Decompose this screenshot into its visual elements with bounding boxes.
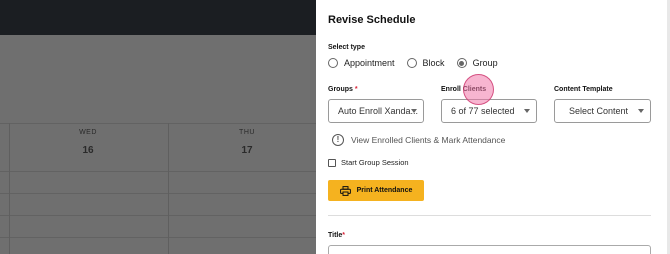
calendar-divider xyxy=(0,123,316,124)
calendar-divider xyxy=(0,237,316,238)
calendar-divider xyxy=(0,215,316,216)
caret-down-icon xyxy=(524,109,530,113)
start-group-session-label: Start Group Session xyxy=(341,158,409,167)
day-number-17[interactable]: 17 xyxy=(227,145,267,156)
radio-selected-icon xyxy=(456,58,467,68)
enroll-clients-label: Enroll Clients xyxy=(441,86,487,93)
caret-down-icon xyxy=(638,109,644,113)
title-label-text: Title xyxy=(328,232,343,239)
groups-label-text: Groups xyxy=(328,86,353,93)
radio-circle-icon xyxy=(406,58,417,68)
radio-group[interactable]: Group xyxy=(456,58,498,68)
required-asterisk: * xyxy=(342,232,345,239)
calendar-divider xyxy=(168,123,169,254)
print-attendance-button[interactable]: Print Attendance xyxy=(328,180,424,201)
view-enrolled-clients-link[interactable]: ! View Enrolled Clients & Mark Attendanc… xyxy=(332,134,505,146)
content-template-select-value: Select Content xyxy=(569,106,629,116)
day-number-16[interactable]: 16 xyxy=(68,145,108,156)
radio-circle-icon xyxy=(328,58,338,68)
calendar-divider xyxy=(0,171,316,172)
day-name-wed: WED xyxy=(79,129,97,136)
content-template-select[interactable]: Select Content xyxy=(554,99,651,123)
section-divider xyxy=(328,215,651,216)
view-enrolled-clients-text: View Enrolled Clients & Mark Attendance xyxy=(351,135,506,145)
groups-label: Groups * xyxy=(328,86,358,93)
enroll-clients-select-value: 6 of 77 selected xyxy=(451,106,515,116)
select-type-radio-group: Appointment Block Group xyxy=(328,58,510,68)
calendar-grid xyxy=(0,35,316,254)
enroll-clients-select[interactable]: 6 of 77 selected xyxy=(441,99,537,123)
radio-group-label: Group xyxy=(472,58,498,68)
radio-block-label: Block xyxy=(422,58,445,68)
title-field-label: Title* xyxy=(328,232,345,239)
radio-block[interactable]: Block xyxy=(406,58,445,68)
caret-down-icon xyxy=(411,109,417,113)
day-name-thu: THU xyxy=(239,129,255,136)
calendar-background: WED 16 THU 17 xyxy=(0,0,316,254)
radio-appointment[interactable]: Appointment xyxy=(328,58,395,68)
groups-select-value: Auto Enroll Xanda... xyxy=(338,106,419,116)
content-template-label: Content Template xyxy=(554,86,613,93)
required-asterisk: * xyxy=(354,86,358,93)
print-attendance-label: Print Attendance xyxy=(356,187,413,194)
groups-select[interactable]: Auto Enroll Xanda... xyxy=(328,99,424,123)
printer-icon xyxy=(339,185,351,196)
checkbox-icon xyxy=(328,158,336,167)
calendar-divider xyxy=(9,123,10,254)
revise-schedule-panel: Revise Schedule Select type Appointment … xyxy=(316,0,670,254)
start-group-session-checkbox[interactable]: Start Group Session xyxy=(328,158,409,167)
calendar-divider xyxy=(0,193,316,194)
panel-title: Revise Schedule xyxy=(328,14,416,26)
info-icon: ! xyxy=(332,134,344,146)
radio-appointment-label: Appointment xyxy=(344,58,395,68)
select-type-label: Select type xyxy=(328,44,365,51)
title-input[interactable] xyxy=(328,245,651,254)
app-top-bar xyxy=(0,0,316,35)
